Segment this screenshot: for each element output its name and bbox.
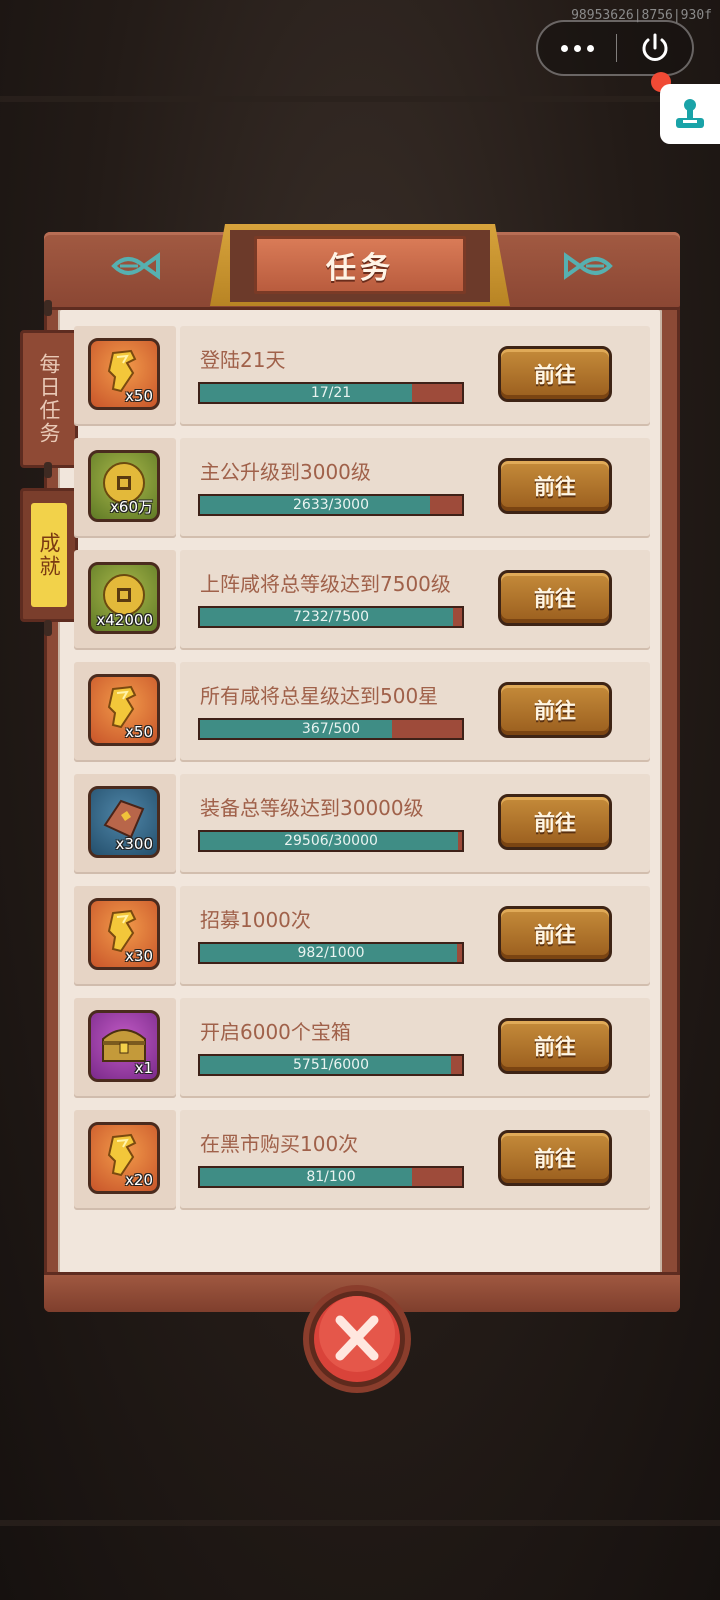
task-title: 开启6000个宝箱 — [200, 1020, 351, 1044]
reward-slot: x42000 — [74, 550, 176, 650]
tab-hanger — [44, 462, 52, 478]
reward-slot: x50 — [74, 326, 176, 426]
task-progress-bar: 81/100 — [198, 1166, 464, 1188]
go-button[interactable]: 前往 — [498, 346, 612, 402]
tab-achievements[interactable]: 成就 — [20, 488, 78, 622]
task-title: 在黑市购买100次 — [200, 1132, 359, 1156]
task-row: x50 所有咸将总星级达到500星 367/500 前往 — [74, 662, 650, 762]
reward-item[interactable]: x300 — [88, 786, 160, 858]
task-progress-bar: 17/21 — [198, 382, 464, 404]
task-progress-bar: 7232/7500 — [198, 606, 464, 628]
go-button[interactable]: 前往 — [498, 570, 612, 626]
reward-item[interactable]: x1 — [88, 1010, 160, 1082]
reward-quantity: x300 — [115, 835, 153, 853]
task-title: 登陆21天 — [200, 348, 286, 372]
reward-slot: x300 — [74, 774, 176, 874]
task-title: 主公升级到3000级 — [200, 460, 371, 484]
task-title: 所有咸将总星级达到500星 — [200, 684, 439, 708]
task-progress-bar: 5751/6000 — [198, 1054, 464, 1076]
reward-quantity: x60万 — [110, 498, 153, 516]
joystick-icon — [676, 99, 704, 128]
reward-quantity: x20 — [125, 1171, 153, 1189]
progress-text: 81/100 — [306, 1169, 356, 1185]
task-progress-bar: 2633/3000 — [198, 494, 464, 516]
go-button[interactable]: 前往 — [498, 1018, 612, 1074]
reward-item[interactable]: x60万 — [88, 450, 160, 522]
go-button[interactable]: 前往 — [498, 906, 612, 962]
more-menu-button[interactable] — [538, 22, 616, 74]
exit-button[interactable] — [618, 22, 692, 74]
task-title: 招募1000次 — [200, 908, 311, 932]
go-button[interactable]: 前往 — [498, 682, 612, 738]
fish-emblem-icon — [111, 252, 160, 280]
progress-text: 2633/3000 — [293, 497, 369, 513]
go-button[interactable]: 前往 — [498, 794, 612, 850]
background-shelf — [0, 96, 720, 102]
reward-slot: x20 — [74, 1110, 176, 1210]
task-row: x60万 主公升级到3000级 2633/3000 前往 — [74, 438, 650, 538]
capsule-divider — [616, 34, 617, 62]
task-progress-bar: 982/1000 — [198, 942, 464, 964]
close-button[interactable] — [302, 1284, 412, 1394]
tab-achievements-label: 成就 — [31, 503, 67, 607]
reward-slot: x60万 — [74, 438, 176, 538]
fish-emblem-icon — [564, 252, 613, 280]
reward-item[interactable]: x50 — [88, 674, 160, 746]
reward-slot: x50 — [74, 662, 176, 762]
progress-text: 982/1000 — [297, 945, 365, 961]
reward-quantity: x50 — [125, 387, 153, 405]
more-dots-icon — [560, 44, 594, 52]
progress-text: 17/21 — [310, 385, 352, 401]
tab-hanger — [44, 620, 52, 636]
reward-quantity: x1 — [134, 1059, 153, 1077]
reward-quantity: x30 — [125, 947, 153, 965]
page-title: 任务 — [254, 236, 466, 294]
task-row: x20 在黑市购买100次 81/100 前往 — [74, 1110, 650, 1210]
miniprogram-capsule — [536, 20, 694, 76]
close-icon — [303, 1285, 411, 1393]
task-title: 上阵咸将总等级达到7500级 — [200, 572, 451, 596]
side-float-button[interactable] — [660, 84, 720, 144]
reward-item[interactable]: x42000 — [88, 562, 160, 634]
task-row: x50 登陆21天 17/21 前往 — [74, 326, 650, 426]
task-row: x42000 上阵咸将总等级达到7500级 7232/7500 前往 — [74, 550, 650, 650]
progress-text: 5751/6000 — [293, 1057, 369, 1073]
power-icon — [642, 33, 668, 61]
task-row: x1 开启6000个宝箱 5751/6000 前往 — [74, 998, 650, 1098]
go-button[interactable]: 前往 — [498, 1130, 612, 1186]
progress-text: 7232/7500 — [293, 609, 369, 625]
reward-quantity: x42000 — [96, 611, 153, 629]
task-title: 装备总等级达到30000级 — [200, 796, 424, 820]
task-row: x30 招募1000次 982/1000 前往 — [74, 886, 650, 986]
reward-slot: x1 — [74, 998, 176, 1098]
go-button[interactable]: 前往 — [498, 458, 612, 514]
reward-slot: x30 — [74, 886, 176, 986]
tab-daily-tasks[interactable]: 每日任务 — [20, 330, 78, 468]
reward-item[interactable]: x30 — [88, 898, 160, 970]
reward-item[interactable]: x20 — [88, 1122, 160, 1194]
task-row: x300 装备总等级达到30000级 29506/30000 前往 — [74, 774, 650, 874]
progress-text: 367/500 — [301, 721, 361, 737]
reward-item[interactable]: x50 — [88, 338, 160, 410]
tab-hanger — [44, 300, 52, 316]
background-shelf — [0, 1520, 720, 1526]
title-banner: 任务 — [210, 224, 510, 306]
task-progress-bar: 367/500 — [198, 718, 464, 740]
task-progress-bar: 29506/30000 — [198, 830, 464, 852]
reward-quantity: x50 — [125, 723, 153, 741]
progress-text: 29506/30000 — [284, 833, 378, 849]
